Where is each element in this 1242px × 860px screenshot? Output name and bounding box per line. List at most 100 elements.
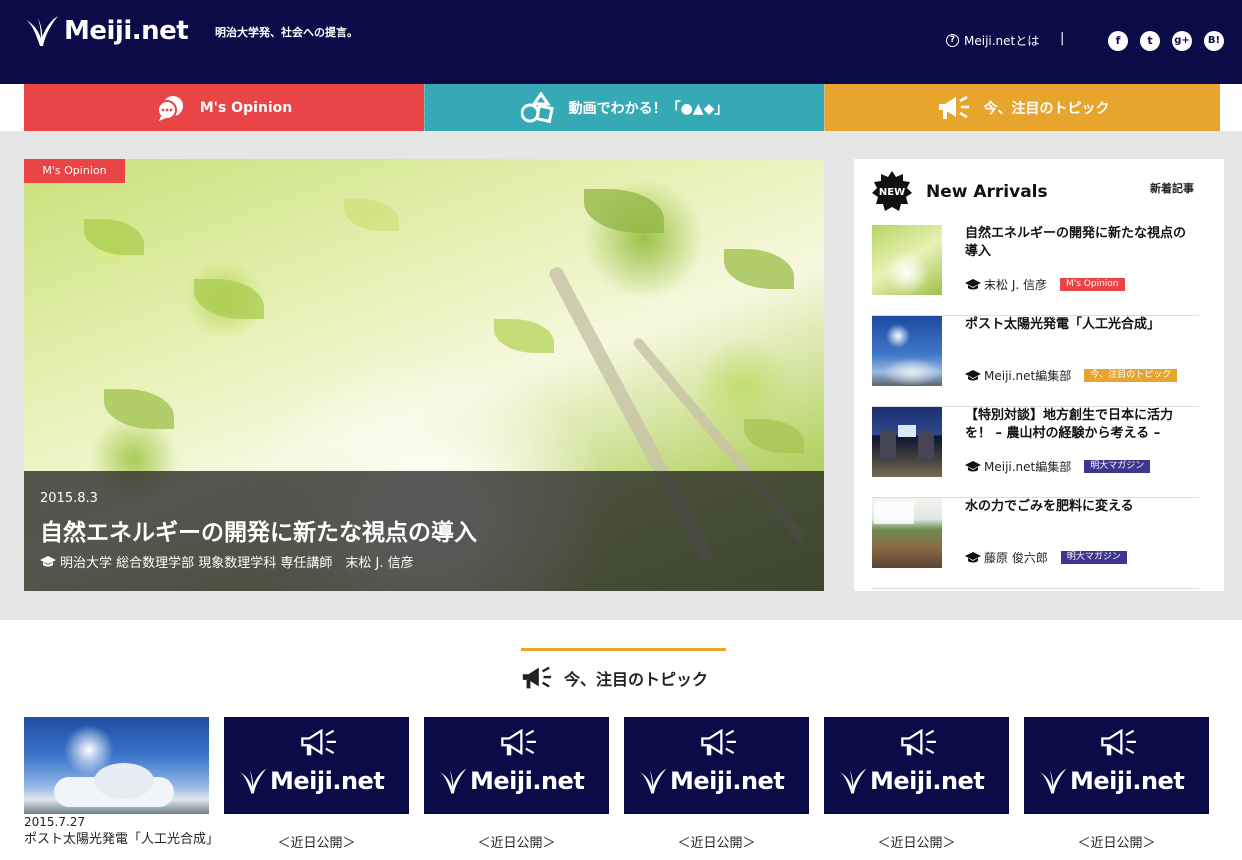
arrival-meta: Meiji.net編集部 明大マガジン — [965, 458, 1151, 475]
graduation-cap-icon — [40, 555, 56, 566]
nav-video-label: 動画でわかる！「●▲◆」 — [568, 100, 729, 117]
about-link-label: Meiji.netとは — [964, 34, 1040, 48]
topic-card-photo[interactable] — [24, 717, 209, 814]
thumb-sign — [898, 425, 916, 437]
arrival-item[interactable]: 【特別対談】地方創生で日本に活力を！ – 農山村の経験から考える – Meiji… — [872, 407, 1199, 498]
arrival-meta: Meiji.net編集部 今、注目のトピック — [965, 367, 1178, 384]
arrival-title: 【特別対談】地方創生で日本に活力を！ – 農山村の経験から考える – — [965, 408, 1174, 441]
arrival-meta: 藤原 俊六郎 明大マガジン — [965, 549, 1127, 566]
hero-leaf — [84, 219, 144, 255]
site-logo[interactable]: Meiji.net — [24, 14, 189, 48]
hero-leaf — [744, 419, 804, 453]
hero-author-text: 明治大学 総合数理学部 現象数理学科 専任講師 末松 J. 信彦 — [60, 556, 414, 571]
new-arrivals-panel: NEW New Arrivals 新着記事 自然エネルギーの開発に新たな視点の導… — [854, 159, 1224, 591]
arrival-author: 末松 J. 信彦 — [984, 278, 1047, 292]
card-logo-text: Meiji.net — [270, 767, 385, 795]
topic-card-caption: ＜近日公開＞ — [1077, 836, 1156, 851]
arrival-tag[interactable]: 明大マガジン — [1084, 460, 1151, 473]
arrival-title: 自然エネルギーの開発に新たな視点の導入 — [965, 226, 1187, 259]
card-logo-text: Meiji.net — [470, 767, 585, 795]
header-divider: | — [1060, 31, 1065, 46]
topic-card-placeholder[interactable]: Meiji.net — [824, 717, 1009, 814]
graduation-cap-icon — [965, 551, 981, 562]
question-icon: ? — [946, 34, 959, 47]
topic-card-caption: ＜近日公開＞ — [277, 836, 356, 851]
thumb-figure — [918, 429, 934, 459]
svg-text:NEW: NEW — [879, 187, 905, 198]
graduation-cap-icon — [965, 369, 981, 380]
hero-leaf — [724, 249, 794, 289]
hatena-bookmark-icon[interactable]: B! — [1204, 31, 1224, 51]
card-logo: Meiji.net — [1038, 767, 1185, 795]
megaphone-icon — [1101, 728, 1136, 756]
nav-video[interactable]: 動画でわかる！「●▲◆」 — [424, 84, 824, 131]
hero-author: 明治大学 総合数理学部 現象数理学科 専任講師 末松 J. 信彦 — [40, 552, 414, 571]
topic-card-placeholder[interactable]: Meiji.net — [224, 717, 409, 814]
hero-caption: 2015.8.3 自然エネルギーの開発に新たな視点の導入 明治大学 総合数理学部… — [24, 471, 824, 591]
card-logo-text: Meiji.net — [1070, 767, 1185, 795]
topic-section-rule — [521, 648, 726, 651]
topic-card-caption: ＜近日公開＞ — [677, 836, 756, 851]
nav-scroll-handle[interactable] — [1234, 94, 1242, 120]
thumb-figure — [880, 429, 896, 459]
shapes-icon — [520, 91, 554, 123]
hero-category-badge[interactable]: M's Opinion — [24, 159, 125, 183]
topic-card-title[interactable]: ポスト太陽光発電「人工光合成」 — [24, 831, 219, 849]
arrival-author: Meiji.net編集部 — [984, 369, 1072, 383]
nav-ms-opinion[interactable]: M's Opinion — [24, 84, 424, 131]
arrival-author: Meiji.net編集部 — [984, 460, 1072, 474]
card-logo: Meiji.net — [238, 767, 385, 795]
arrival-title: ポスト太陽光発電「人工光合成」 — [965, 317, 1161, 332]
hero-feature[interactable]: M's Opinion ‹ 2015.8.3 自然エネルギーの開発に新たな視点の… — [24, 159, 824, 591]
facebook-icon[interactable]: f — [1108, 31, 1128, 51]
topic-section-title: 今、注目のトピック — [564, 670, 709, 689]
hero-title[interactable]: 自然エネルギーの開発に新たな視点の導入 — [40, 513, 477, 547]
megaphone-icon — [301, 728, 336, 756]
graduation-cap-icon — [965, 278, 981, 289]
hero-leaf — [584, 189, 664, 233]
nav-topic[interactable]: 今、注目のトピック — [824, 84, 1220, 131]
arrival-thumbnail — [872, 407, 942, 477]
topic-card-placeholder[interactable]: Meiji.net — [424, 717, 609, 814]
arrival-author: 藤原 俊六郎 — [984, 551, 1048, 565]
cloud-shape — [94, 763, 154, 799]
hero-leaf — [194, 279, 264, 319]
card-logo: Meiji.net — [438, 767, 585, 795]
arrival-title: 水の力でごみを肥料に変える — [965, 499, 1134, 514]
arrival-tag[interactable]: 明大マガジン — [1060, 551, 1127, 564]
megaphone-icon — [701, 728, 736, 756]
meiji-logo-icon — [239, 768, 267, 794]
arrival-item[interactable]: 水の力でごみを肥料に変える 藤原 俊六郎 明大マガジン — [872, 498, 1199, 589]
nav-topic-label: 今、注目のトピック — [983, 100, 1110, 117]
new-arrivals-subtitle: 新着記事 — [1150, 182, 1194, 195]
card-logo: Meiji.net — [838, 767, 985, 795]
nav-ms-opinion-label: M's Opinion — [199, 99, 293, 116]
card-logo-text: Meiji.net — [870, 767, 985, 795]
meiji-logo-icon — [26, 16, 58, 46]
new-badge-icon: NEW — [872, 171, 912, 211]
hero-leaf — [494, 319, 554, 353]
card-logo-text: Meiji.net — [670, 767, 785, 795]
googleplus-icon[interactable]: g+ — [1172, 31, 1192, 51]
megaphone-icon — [501, 728, 536, 756]
about-link[interactable]: ? Meiji.netとは — [946, 32, 1039, 49]
hero-date: 2015.8.3 — [40, 491, 98, 506]
site-header: Meiji.net 明治大学発、社会への提言。 ? Meiji.netとは | … — [0, 0, 1242, 84]
logo-text: Meiji.net — [64, 16, 189, 46]
twitter-icon[interactable]: t — [1140, 31, 1160, 51]
meiji-logo-icon — [639, 768, 667, 794]
megaphone-icon — [938, 95, 969, 119]
graduation-cap-icon — [965, 460, 981, 471]
arrival-tag[interactable]: 今、注目のトピック — [1084, 369, 1178, 382]
meiji-logo-icon — [439, 768, 467, 794]
topic-card-placeholder[interactable]: Meiji.net — [1024, 717, 1209, 814]
arrival-item[interactable]: 自然エネルギーの開発に新たな視点の導入 末松 J. 信彦 M's Opinion — [872, 225, 1199, 316]
arrival-thumbnail — [872, 316, 942, 386]
arrival-tag[interactable]: M's Opinion — [1059, 278, 1125, 291]
new-arrivals-title: New Arrivals — [926, 182, 1048, 202]
topic-section-heading: 今、注目のトピック — [520, 664, 708, 692]
hero-leaf — [344, 199, 399, 231]
meiji-logo-icon — [1039, 768, 1067, 794]
arrival-item[interactable]: ポスト太陽光発電「人工光合成」 Meiji.net編集部 今、注目のトピック — [872, 316, 1199, 407]
topic-card-placeholder[interactable]: Meiji.net — [624, 717, 809, 814]
